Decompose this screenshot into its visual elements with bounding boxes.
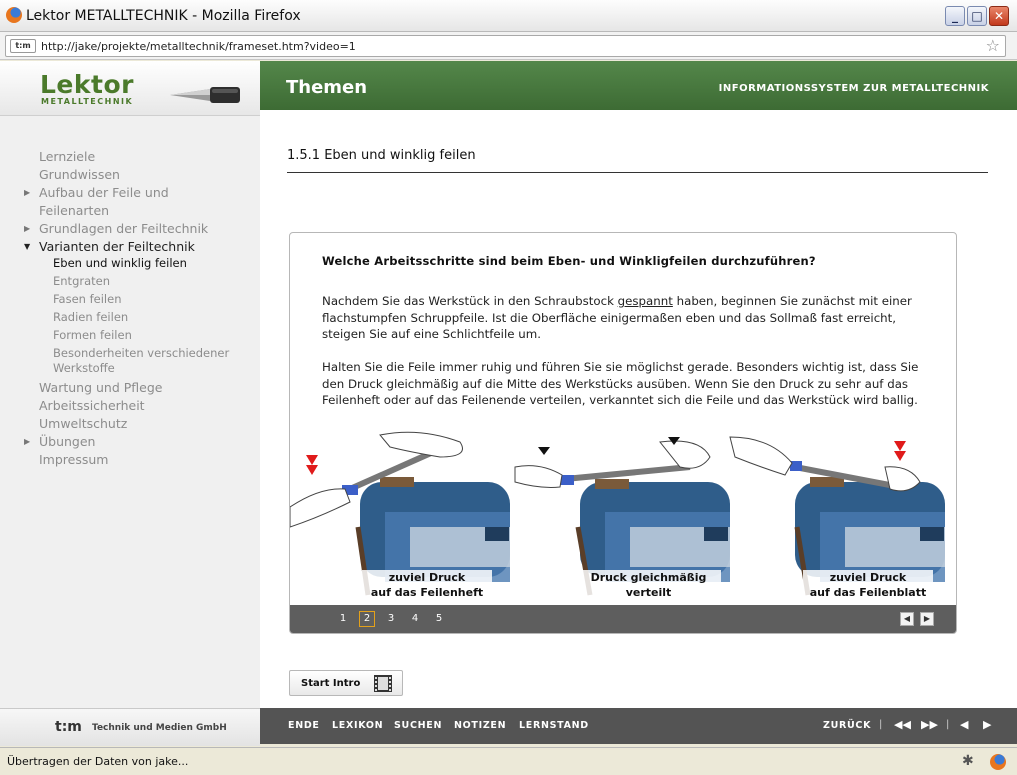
window-title: Lektor METALLTECHNIK - Mozilla Firefox: [26, 8, 301, 24]
sidebar-item-aufbau[interactable]: ▶ Aufbau der Feile und Feilenarten: [22, 184, 242, 220]
status-text: Übertragen der Daten von jake...: [7, 755, 189, 768]
fast-forward-icon[interactable]: ▶▶: [921, 718, 938, 731]
bug-icon: ✱: [962, 753, 974, 769]
footer-lernstand-link[interactable]: LERNSTAND: [519, 720, 589, 731]
footer-separator: |: [946, 719, 950, 730]
page-3-button[interactable]: 3: [383, 611, 399, 627]
page-2-button[interactable]: 2: [359, 611, 375, 627]
lesson-card: Welche Arbeitsschritte sind beim Eben- u…: [289, 232, 957, 634]
maximize-button[interactable]: □: [967, 6, 987, 26]
film-icon: [374, 675, 392, 692]
footer-lexikon-link[interactable]: LEXIKON: [332, 720, 383, 731]
caption-1: zuviel Druck auf das Feilenheft: [362, 570, 492, 600]
page-5-button[interactable]: 5: [431, 611, 447, 627]
arrow-right-icon: ▶: [24, 437, 31, 446]
sidebar-item-umweltschutz[interactable]: Umweltschutz: [22, 415, 242, 433]
section-divider: [287, 172, 988, 173]
close-button[interactable]: ✕: [989, 6, 1009, 26]
sidebar-item-impressum[interactable]: Impressum: [22, 451, 242, 469]
site-favicon-icon: t:m: [10, 39, 36, 53]
logo-text: Lektor: [40, 70, 134, 99]
lesson-paragraph-2: Halten Sie die Feile immer ruhig und füh…: [322, 360, 919, 408]
header-subtitle: INFORMATIONSSYSTEM ZUR METALLTECHNIK: [718, 83, 989, 94]
sidebar-item-grundlagen[interactable]: ▶ Grundlagen der Feiltechnik: [22, 220, 242, 238]
sidebar-item-arbeitssicherheit[interactable]: Arbeitssicherheit: [22, 397, 242, 415]
sidebar-item-varianten[interactable]: ▼ Varianten der Feiltechnik: [22, 238, 242, 256]
sidebar-subitem-entgraten[interactable]: Entgraten: [22, 274, 242, 289]
arrow-down-icon: ▼: [24, 242, 31, 251]
main-content: 1.5.1 Eben und winklig feilen Welche Arb…: [260, 110, 1017, 708]
page-1-button[interactable]: 1: [335, 611, 351, 627]
footer-suchen-link[interactable]: SUCHEN: [394, 720, 442, 731]
bookmark-star-icon[interactable]: ☆: [986, 37, 1000, 55]
arrow-right-icon: ▶: [24, 224, 31, 233]
start-intro-label: Start Intro: [301, 678, 361, 689]
sidebar-subitem-besonderheiten[interactable]: Besonderheiten verschiedener Werkstoffe: [22, 346, 242, 376]
caption-3: zuviel Druck auf das Feilenblatt: [803, 570, 933, 600]
window-titlebar: Lektor METALLTECHNIK - Mozilla Firefox _…: [0, 0, 1017, 32]
footer-back-link[interactable]: ZURÜCK: [823, 720, 871, 731]
sidebar: Lernziele Grundwissen ▶ Aufbau der Feile …: [0, 116, 260, 708]
lesson-paragraph-1: Nachdem Sie das Werkstück in den Schraub…: [322, 294, 912, 342]
logo-area: Lektor METALLTECHNIK: [0, 61, 260, 116]
tm-logo: t:m: [55, 719, 82, 735]
prev-page-icon[interactable]: ◀: [960, 718, 968, 731]
slide-next-button[interactable]: ▶: [920, 612, 934, 626]
next-page-icon[interactable]: ▶: [983, 718, 991, 731]
status-bar: Übertragen der Daten von jake... ✱: [0, 747, 1017, 775]
footer-separator: |: [879, 719, 883, 730]
firefox-status-icon: [990, 754, 1006, 770]
page-header: Themen INFORMATIONSSYSTEM ZUR METALLTECH…: [260, 61, 1017, 110]
start-intro-button[interactable]: Start Intro: [289, 670, 403, 696]
header-title: Themen: [286, 77, 368, 98]
logo-subtext: METALLTECHNIK: [41, 97, 134, 106]
footer-notizen-link[interactable]: NOTIZEN: [454, 720, 506, 731]
arrow-right-icon: ▶: [24, 188, 31, 197]
url-text: http://jake/projekte/metalltechnik/frame…: [41, 40, 356, 53]
address-bar: t:m http://jake/projekte/metalltechnik/f…: [0, 32, 1017, 60]
slide-prev-button[interactable]: ◀: [900, 612, 914, 626]
page-4-button[interactable]: 4: [407, 611, 423, 627]
company-name: Technik und Medien GmbH: [92, 723, 227, 733]
sidebar-subitem-radien[interactable]: Radien feilen: [22, 310, 242, 325]
sidebar-subitem-eben[interactable]: Eben und winklig feilen: [22, 256, 242, 271]
minimize-button[interactable]: _: [945, 6, 965, 26]
footer-logo-area: t:m Technik und Medien GmbH: [0, 708, 260, 746]
sidebar-nav: Lernziele Grundwissen ▶ Aufbau der Feile …: [22, 148, 242, 469]
sidebar-item-uebungen[interactable]: ▶ Übungen: [22, 433, 242, 451]
slide-pager: 1 2 3 4 5 ◀ ▶: [290, 605, 956, 633]
caption-2: Druck gleichmäßig verteilt: [576, 570, 721, 600]
footer-ende-link[interactable]: ENDE: [288, 720, 320, 731]
sidebar-subitem-formen[interactable]: Formen feilen: [22, 328, 242, 343]
firefox-icon: [6, 7, 22, 23]
lexicon-link-gespannt[interactable]: gespannt: [618, 294, 673, 308]
rewind-icon[interactable]: ◀◀: [894, 718, 911, 731]
section-title: 1.5.1 Eben und winklig feilen: [287, 148, 476, 163]
sidebar-item-grundwissen[interactable]: Grundwissen: [22, 166, 242, 184]
sidebar-subitem-fasen[interactable]: Fasen feilen: [22, 292, 242, 307]
url-input[interactable]: t:m http://jake/projekte/metalltechnik/f…: [5, 35, 1006, 57]
sidebar-item-lernziele[interactable]: Lernziele: [22, 148, 242, 166]
sidebar-item-wartung[interactable]: Wartung und Pflege: [22, 379, 242, 397]
footer-nav: ENDE LEXIKON SUCHEN NOTIZEN LERNSTAND ZU…: [260, 708, 1017, 744]
lesson-question: Welche Arbeitsschritte sind beim Eben- u…: [322, 254, 816, 268]
file-tool-icon: [170, 87, 240, 103]
